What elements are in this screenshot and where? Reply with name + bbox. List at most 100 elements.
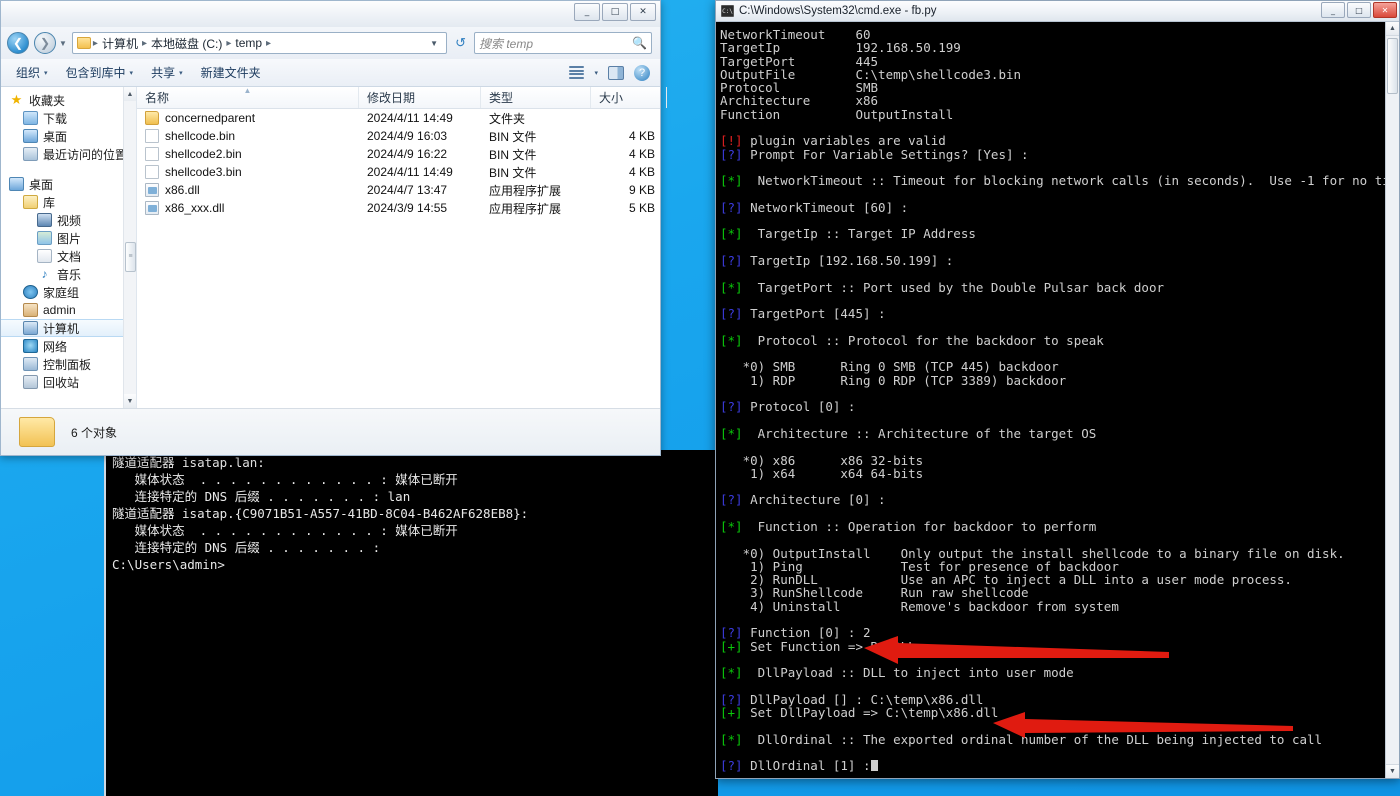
address-bar[interactable]: ▸ 计算机 ▸ 本地磁盘 (C:) ▸ temp ▸ ▼ xyxy=(71,32,448,54)
windows-explorer-window[interactable]: _ □ ✕ ❮ ❯ ▼ ▸ 计算机 ▸ 本地磁盘 (C:) ▸ temp ▸ ▼… xyxy=(0,0,667,456)
terminal-line: 3) RunShellcode Run raw shellcode xyxy=(720,586,1385,599)
terminal-line-tag: [*] xyxy=(720,665,743,681)
terminal-line: [?] Architecture [0] : xyxy=(720,493,1385,506)
file-name-cell[interactable]: concernedparent xyxy=(137,111,359,125)
explorer-title-bar[interactable]: _ □ ✕ xyxy=(1,1,660,27)
sidebar-item-documents[interactable]: 文档 xyxy=(1,247,136,265)
search-box[interactable]: 搜索 temp 🔍 xyxy=(474,32,652,54)
view-chevron-down-icon[interactable]: ▾ xyxy=(594,69,598,77)
terminal-close-button[interactable]: ✕ xyxy=(1373,2,1397,18)
breadcrumb-computer[interactable]: 计算机 xyxy=(100,34,140,53)
preview-pane-icon[interactable] xyxy=(608,65,624,80)
file-list-column-headers[interactable]: ▲ 名称 修改日期 类型 大小 xyxy=(137,87,667,109)
sidebar-item-computer[interactable]: 计算机 xyxy=(1,319,136,337)
cmd-icon: C:\ xyxy=(721,5,734,17)
column-header-type[interactable]: 类型 xyxy=(481,87,591,108)
table-row[interactable]: shellcode2.bin 2024/4/9 16:22 BIN 文件 4 KB xyxy=(137,145,660,163)
terminal-output-area[interactable]: NetworkTimeout 60 TargetIp 192.168.50.199… xyxy=(716,22,1385,778)
terminal-line: [?] DllOrdinal [1] : xyxy=(720,759,1385,772)
terminal-line-text: Protocol :: Protocol for the backdoor to… xyxy=(742,332,1104,348)
refresh-icon[interactable]: ↺ xyxy=(452,35,469,51)
help-icon[interactable]: ? xyxy=(634,64,650,81)
breadcrumb-local-disk[interactable]: 本地磁盘 (C:) xyxy=(149,34,224,53)
navigation-tree[interactable]: ★ 收藏夹 下载 桌面 最近访问的位置 桌面库视频 图片 文档 ♪ 音乐 家庭组 admin 计算机 网络… xyxy=(1,91,136,391)
organize-button[interactable]: 组织 ▾ xyxy=(7,61,57,84)
table-row[interactable]: shellcode.bin 2024/4/9 16:03 BIN 文件 4 KB xyxy=(137,127,660,145)
sidebar-item-user[interactable]: admin xyxy=(1,301,136,319)
explorer-close-button[interactable]: ✕ xyxy=(630,3,656,21)
sidebar-item-desktop[interactable]: 桌面 xyxy=(1,127,136,145)
recent-locations-chevron-down-icon[interactable]: ▼ xyxy=(59,39,67,48)
sort-ascending-icon: ▲ xyxy=(243,86,252,95)
terminal-scrollbar[interactable]: ▲ ▼ xyxy=(1385,22,1399,778)
sidebar-item-recycle-bin[interactable]: 回收站 xyxy=(1,373,136,391)
share-button[interactable]: 共享 ▾ xyxy=(142,61,192,84)
sidebar-item-desktop[interactable]: 桌面 xyxy=(1,175,136,193)
scroll-down-arrow-icon[interactable]: ▼ xyxy=(1386,764,1399,778)
file-name-label: x86.dll xyxy=(165,183,200,197)
include-in-library-button[interactable]: 包含到库中 ▾ xyxy=(57,61,143,84)
terminal-line: [*] NetworkTimeout :: Timeout for blocki… xyxy=(720,174,1385,187)
navigation-pane[interactable]: ★ 收藏夹 下载 桌面 最近访问的位置 桌面库视频 图片 文档 ♪ 音乐 家庭组 admin 计算机 网络… xyxy=(1,87,137,408)
breadcrumb-temp[interactable]: temp xyxy=(233,35,264,51)
fb-py-terminal-window[interactable]: C:\ C:\Windows\System32\cmd.exe - fb.py … xyxy=(715,0,1400,779)
column-header-date-modified[interactable]: 修改日期 xyxy=(359,87,481,108)
address-chevron-down-icon[interactable]: ▼ xyxy=(424,39,444,48)
change-view-icon[interactable] xyxy=(569,66,585,79)
file-name-cell[interactable]: x86_xxx.dll xyxy=(137,201,359,215)
sidebar-item-pictures[interactable]: 图片 xyxy=(1,229,136,247)
sidebar-item-network[interactable]: 网络 xyxy=(1,337,136,355)
column-header-name[interactable]: ▲ 名称 xyxy=(137,87,359,108)
sidebar-item-download-folder[interactable]: 下载 xyxy=(1,109,136,127)
terminal-line-text: Function :: Operation for backdoor to pe… xyxy=(742,518,1097,534)
terminal-scrollbar-thumb[interactable] xyxy=(1387,38,1398,94)
sidebar-item-star[interactable]: ★ 收藏夹 xyxy=(1,91,136,109)
terminal-line: TargetIp 192.168.50.199 xyxy=(720,41,1385,54)
scroll-down-arrow-icon[interactable]: ▼ xyxy=(124,394,136,408)
file-rows[interactable]: concernedparent 2024/4/11 14:49 文件夹 shellco… xyxy=(137,109,660,408)
sidebar-item-label: 音乐 xyxy=(57,267,82,282)
terminal-title-bar[interactable]: C:\ C:\Windows\System32\cmd.exe - fb.py … xyxy=(716,1,1399,22)
sidebar-item-videos[interactable]: 视频 xyxy=(1,211,136,229)
terminal-minimize-button[interactable]: _ xyxy=(1321,2,1345,18)
sidebar-item-control-panel[interactable]: 控制面板 xyxy=(1,355,136,373)
navigation-scrollbar-thumb[interactable] xyxy=(125,242,136,272)
sidebar-item-homegroup[interactable]: 家庭组 xyxy=(1,283,136,301)
new-folder-button[interactable]: 新建文件夹 xyxy=(192,61,270,84)
star-icon: ★ xyxy=(10,92,23,107)
back-button[interactable]: ❮ xyxy=(7,32,29,54)
table-row[interactable]: concernedparent 2024/4/11 14:49 文件夹 xyxy=(137,109,660,127)
background-command-prompt-window[interactable]: 隧道适配器 isatap.lan: 媒体状态 . . . . . . . . .… xyxy=(104,450,718,796)
file-name-cell[interactable]: x86.dll xyxy=(137,183,359,197)
terminal-line-text: TargetPort :: Port used by the Double Pu… xyxy=(742,279,1165,295)
explorer-navigation-bar[interactable]: ❮ ❯ ▼ ▸ 计算机 ▸ 本地磁盘 (C:) ▸ temp ▸ ▼ ↺ 搜索 … xyxy=(1,27,660,59)
organize-label: 组织 xyxy=(16,66,41,80)
explorer-minimize-button[interactable]: _ xyxy=(574,3,600,21)
navigation-pane-scrollbar[interactable]: ▲ ▼ xyxy=(123,87,136,408)
scroll-up-arrow-icon[interactable]: ▲ xyxy=(124,87,136,101)
column-header-size[interactable]: 大小 xyxy=(591,87,667,108)
file-name-cell[interactable]: shellcode2.bin xyxy=(137,147,359,161)
file-name-cell[interactable]: shellcode.bin xyxy=(137,129,359,143)
terminal-window-buttons[interactable]: _ □ ✕ xyxy=(1321,2,1397,18)
file-name-cell[interactable]: shellcode3.bin xyxy=(137,165,359,179)
sidebar-item-music[interactable]: ♪ 音乐 xyxy=(1,265,136,283)
search-icon[interactable]: 🔍 xyxy=(632,36,647,50)
terminal-line-text: Set DllPayload => C:\temp\x86.dll xyxy=(742,705,999,721)
table-row[interactable]: x86_xxx.dll 2024/3/9 14:55 应用程序扩展 5 KB xyxy=(137,199,660,217)
forward-button[interactable]: ❯ xyxy=(34,32,56,54)
sidebar-item-library[interactable]: 库 xyxy=(1,193,136,211)
table-row[interactable]: shellcode3.bin 2024/4/11 14:49 BIN 文件 4 KB xyxy=(137,163,660,181)
explorer-window-buttons[interactable]: _ □ ✕ xyxy=(574,3,656,21)
terminal-maximize-button[interactable]: □ xyxy=(1347,2,1371,18)
explorer-command-bar[interactable]: 组织 ▾ 包含到库中 ▾ 共享 ▾ 新建文件夹 ▾ ? xyxy=(1,59,660,87)
explorer-maximize-button[interactable]: □ xyxy=(602,3,628,21)
file-list-pane[interactable]: ▲ 名称 修改日期 类型 大小 concernedparent 2024/4/11… xyxy=(137,87,667,408)
scroll-up-arrow-icon[interactable]: ▲ xyxy=(1386,22,1399,36)
table-row[interactable]: x86.dll 2024/4/7 13:47 应用程序扩展 9 KB xyxy=(137,181,660,199)
sidebar-item-recent-places[interactable]: 最近访问的位置 xyxy=(1,145,136,163)
